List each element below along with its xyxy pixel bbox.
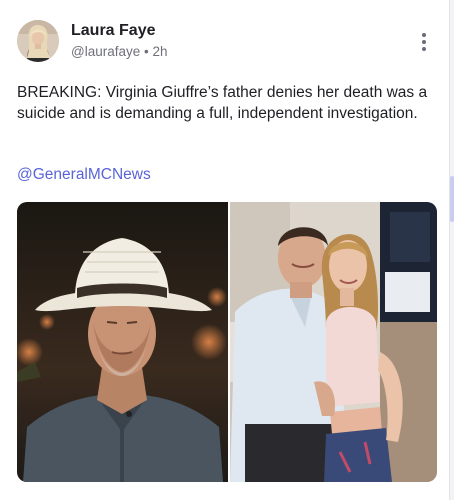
post-text: BREAKING: Virginia Giuffre’s father deni…: [17, 84, 428, 122]
post-card: Laura Faye @laurafaye • 2h BREAKING: Vir…: [0, 0, 450, 500]
scrollbar-thumb[interactable]: [450, 176, 454, 222]
post-media[interactable]: [17, 202, 437, 482]
more-vertical-icon[interactable]: [414, 31, 434, 53]
photo-man-in-hat[interactable]: [17, 202, 228, 482]
author-name[interactable]: Laura Faye: [71, 22, 155, 40]
author-avatar[interactable]: [17, 20, 59, 62]
mention-link[interactable]: @GeneralMCNews: [17, 166, 151, 184]
photo-couple[interactable]: [230, 202, 437, 482]
scrollbar-track[interactable]: [450, 0, 454, 500]
author-handle-time: @laurafaye • 2h: [71, 44, 168, 59]
